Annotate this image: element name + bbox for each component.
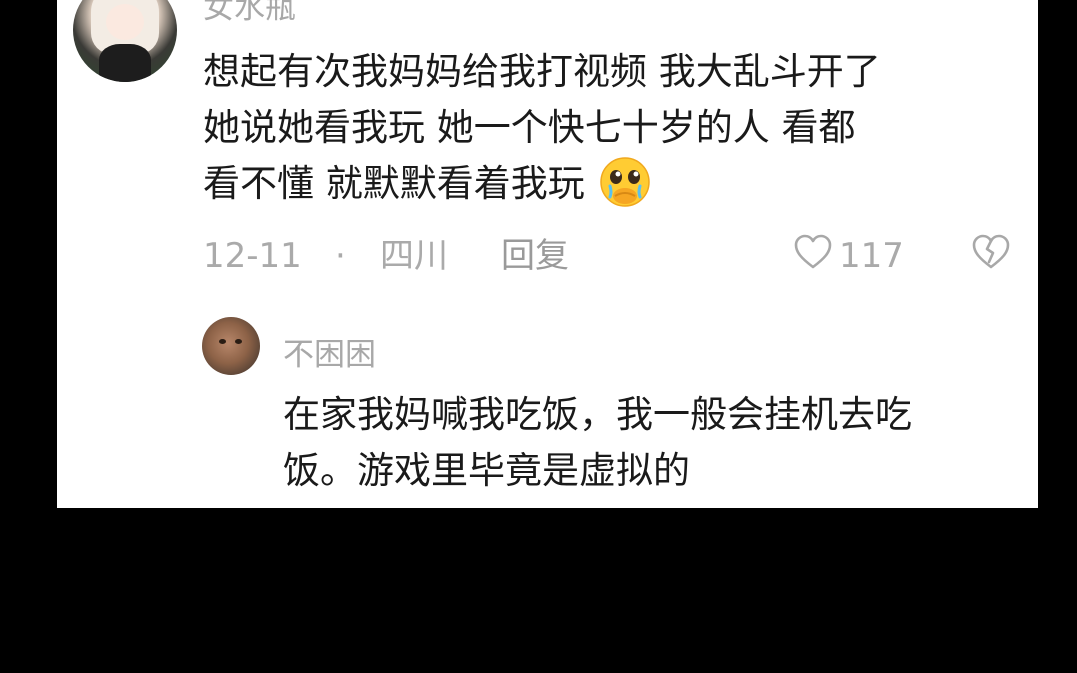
reply-text: 在家我妈喊我吃饭，我一般会挂机去吃 饭。游戏里毕竟是虚拟的 xyxy=(283,387,912,499)
commenter-avatar[interactable] xyxy=(73,0,177,82)
avatar-eye xyxy=(219,339,226,344)
like-count: 117 xyxy=(839,236,904,276)
heart-icon[interactable] xyxy=(793,232,833,272)
commenter-username[interactable]: 女水瓶 xyxy=(203,0,296,27)
meta-separator: · xyxy=(335,236,346,276)
pleading-face-emoji-icon xyxy=(599,156,651,208)
avatar-face xyxy=(106,4,144,40)
reply-line: 饭。游戏里毕竟是虚拟的 xyxy=(283,449,690,492)
replier-avatar[interactable] xyxy=(202,317,260,375)
comment-location: 四川 xyxy=(380,236,448,276)
reply-button[interactable]: 回复 xyxy=(501,232,569,280)
screen: 女水瓶 想起有次我妈妈给我打视频 我大乱斗开了 她说她看我玩 她一个快七十岁的人… xyxy=(0,0,1077,673)
comment-line: 她说她看我玩 她一个快七十岁的人 看都 xyxy=(203,106,856,149)
comment-meta: 12-11 · 四川 回复 117 xyxy=(203,232,1013,280)
avatar-body xyxy=(99,44,151,82)
replier-username[interactable]: 不困困 xyxy=(283,329,376,374)
comment-date: 12-11 xyxy=(203,236,302,276)
reply-line: 在家我妈喊我吃饭，我一般会挂机去吃 xyxy=(283,393,912,436)
avatar-eye xyxy=(235,339,242,344)
comment-line-text: 看不懂 就默默看着我玩 xyxy=(203,162,585,205)
comment-card: 女水瓶 想起有次我妈妈给我打视频 我大乱斗开了 她说她看我玩 她一个快七十岁的人… xyxy=(57,0,1038,508)
comment-line: 想起有次我妈妈给我打视频 我大乱斗开了 xyxy=(203,50,881,93)
comment-text: 想起有次我妈妈给我打视频 我大乱斗开了 她说她看我玩 她一个快七十岁的人 看都 … xyxy=(203,44,881,212)
broken-heart-icon[interactable] xyxy=(971,232,1011,272)
comment-line: 看不懂 就默默看着我玩 xyxy=(203,156,881,212)
